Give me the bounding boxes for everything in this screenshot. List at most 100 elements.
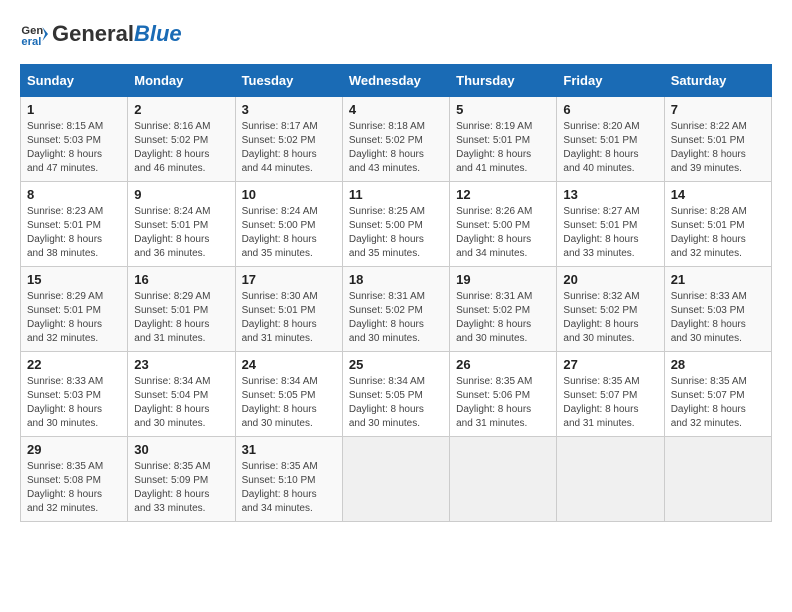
week-row-2: 8 Sunrise: 8:23 AM Sunset: 5:01 PM Dayli… xyxy=(21,182,772,267)
calendar-cell: 17 Sunrise: 8:30 AM Sunset: 5:01 PM Dayl… xyxy=(235,267,342,352)
calendar-cell: 9 Sunrise: 8:24 AM Sunset: 5:01 PM Dayli… xyxy=(128,182,235,267)
day-number: 15 xyxy=(27,272,121,287)
svg-text:eral: eral xyxy=(21,36,41,48)
calendar-cell: 4 Sunrise: 8:18 AM Sunset: 5:02 PM Dayli… xyxy=(342,97,449,182)
calendar-cell: 22 Sunrise: 8:33 AM Sunset: 5:03 PM Dayl… xyxy=(21,352,128,437)
day-info: Sunrise: 8:20 AM Sunset: 5:01 PM Dayligh… xyxy=(563,120,657,176)
day-info: Sunrise: 8:31 AM Sunset: 5:02 PM Dayligh… xyxy=(456,290,550,346)
weekday-header-sunday: Sunday xyxy=(21,65,128,97)
day-number: 10 xyxy=(242,187,336,202)
day-info: Sunrise: 8:35 AM Sunset: 5:07 PM Dayligh… xyxy=(671,375,765,431)
logo-icon: Gen eral xyxy=(20,20,48,48)
calendar-cell: 26 Sunrise: 8:35 AM Sunset: 5:06 PM Dayl… xyxy=(450,352,557,437)
calendar-cell xyxy=(557,437,664,522)
calendar-cell: 18 Sunrise: 8:31 AM Sunset: 5:02 PM Dayl… xyxy=(342,267,449,352)
calendar-cell: 3 Sunrise: 8:17 AM Sunset: 5:02 PM Dayli… xyxy=(235,97,342,182)
day-info: Sunrise: 8:34 AM Sunset: 5:04 PM Dayligh… xyxy=(134,375,228,431)
weekday-header-friday: Friday xyxy=(557,65,664,97)
day-number: 11 xyxy=(349,187,443,202)
weekday-header-thursday: Thursday xyxy=(450,65,557,97)
day-number: 16 xyxy=(134,272,228,287)
day-info: Sunrise: 8:23 AM Sunset: 5:01 PM Dayligh… xyxy=(27,205,121,261)
week-row-3: 15 Sunrise: 8:29 AM Sunset: 5:01 PM Dayl… xyxy=(21,267,772,352)
logo: Gen eral GeneralBlue xyxy=(20,20,182,48)
calendar-cell: 6 Sunrise: 8:20 AM Sunset: 5:01 PM Dayli… xyxy=(557,97,664,182)
day-number: 22 xyxy=(27,357,121,372)
day-info: Sunrise: 8:32 AM Sunset: 5:02 PM Dayligh… xyxy=(563,290,657,346)
day-info: Sunrise: 8:30 AM Sunset: 5:01 PM Dayligh… xyxy=(242,290,336,346)
day-number: 3 xyxy=(242,102,336,117)
day-number: 30 xyxy=(134,442,228,457)
day-number: 14 xyxy=(671,187,765,202)
day-info: Sunrise: 8:29 AM Sunset: 5:01 PM Dayligh… xyxy=(134,290,228,346)
day-info: Sunrise: 8:27 AM Sunset: 5:01 PM Dayligh… xyxy=(563,205,657,261)
day-number: 21 xyxy=(671,272,765,287)
calendar-cell: 21 Sunrise: 8:33 AM Sunset: 5:03 PM Dayl… xyxy=(664,267,771,352)
day-info: Sunrise: 8:28 AM Sunset: 5:01 PM Dayligh… xyxy=(671,205,765,261)
calendar-cell: 5 Sunrise: 8:19 AM Sunset: 5:01 PM Dayli… xyxy=(450,97,557,182)
header: Gen eral GeneralBlue xyxy=(20,20,772,48)
day-info: Sunrise: 8:34 AM Sunset: 5:05 PM Dayligh… xyxy=(349,375,443,431)
calendar-table: SundayMondayTuesdayWednesdayThursdayFrid… xyxy=(20,64,772,522)
day-number: 2 xyxy=(134,102,228,117)
logo-text: GeneralBlue xyxy=(52,22,182,46)
calendar-cell: 23 Sunrise: 8:34 AM Sunset: 5:04 PM Dayl… xyxy=(128,352,235,437)
day-info: Sunrise: 8:35 AM Sunset: 5:06 PM Dayligh… xyxy=(456,375,550,431)
calendar-cell: 20 Sunrise: 8:32 AM Sunset: 5:02 PM Dayl… xyxy=(557,267,664,352)
day-number: 25 xyxy=(349,357,443,372)
day-info: Sunrise: 8:29 AM Sunset: 5:01 PM Dayligh… xyxy=(27,290,121,346)
day-number: 31 xyxy=(242,442,336,457)
day-number: 27 xyxy=(563,357,657,372)
day-info: Sunrise: 8:24 AM Sunset: 5:00 PM Dayligh… xyxy=(242,205,336,261)
calendar-cell: 13 Sunrise: 8:27 AM Sunset: 5:01 PM Dayl… xyxy=(557,182,664,267)
day-info: Sunrise: 8:35 AM Sunset: 5:09 PM Dayligh… xyxy=(134,460,228,516)
calendar-cell: 10 Sunrise: 8:24 AM Sunset: 5:00 PM Dayl… xyxy=(235,182,342,267)
calendar-cell: 15 Sunrise: 8:29 AM Sunset: 5:01 PM Dayl… xyxy=(21,267,128,352)
calendar-cell: 19 Sunrise: 8:31 AM Sunset: 5:02 PM Dayl… xyxy=(450,267,557,352)
week-row-1: 1 Sunrise: 8:15 AM Sunset: 5:03 PM Dayli… xyxy=(21,97,772,182)
day-number: 24 xyxy=(242,357,336,372)
day-info: Sunrise: 8:35 AM Sunset: 5:07 PM Dayligh… xyxy=(563,375,657,431)
day-info: Sunrise: 8:34 AM Sunset: 5:05 PM Dayligh… xyxy=(242,375,336,431)
calendar-cell: 7 Sunrise: 8:22 AM Sunset: 5:01 PM Dayli… xyxy=(664,97,771,182)
day-info: Sunrise: 8:35 AM Sunset: 5:10 PM Dayligh… xyxy=(242,460,336,516)
day-info: Sunrise: 8:35 AM Sunset: 5:08 PM Dayligh… xyxy=(27,460,121,516)
calendar-cell: 31 Sunrise: 8:35 AM Sunset: 5:10 PM Dayl… xyxy=(235,437,342,522)
day-number: 9 xyxy=(134,187,228,202)
day-info: Sunrise: 8:33 AM Sunset: 5:03 PM Dayligh… xyxy=(671,290,765,346)
calendar-cell: 28 Sunrise: 8:35 AM Sunset: 5:07 PM Dayl… xyxy=(664,352,771,437)
calendar-cell: 14 Sunrise: 8:28 AM Sunset: 5:01 PM Dayl… xyxy=(664,182,771,267)
day-number: 4 xyxy=(349,102,443,117)
calendar-cell xyxy=(342,437,449,522)
day-info: Sunrise: 8:17 AM Sunset: 5:02 PM Dayligh… xyxy=(242,120,336,176)
day-info: Sunrise: 8:31 AM Sunset: 5:02 PM Dayligh… xyxy=(349,290,443,346)
day-info: Sunrise: 8:33 AM Sunset: 5:03 PM Dayligh… xyxy=(27,375,121,431)
day-number: 23 xyxy=(134,357,228,372)
day-info: Sunrise: 8:18 AM Sunset: 5:02 PM Dayligh… xyxy=(349,120,443,176)
day-number: 17 xyxy=(242,272,336,287)
day-info: Sunrise: 8:24 AM Sunset: 5:01 PM Dayligh… xyxy=(134,205,228,261)
week-row-4: 22 Sunrise: 8:33 AM Sunset: 5:03 PM Dayl… xyxy=(21,352,772,437)
day-number: 18 xyxy=(349,272,443,287)
calendar-cell xyxy=(450,437,557,522)
calendar-cell: 30 Sunrise: 8:35 AM Sunset: 5:09 PM Dayl… xyxy=(128,437,235,522)
day-info: Sunrise: 8:15 AM Sunset: 5:03 PM Dayligh… xyxy=(27,120,121,176)
weekday-header-tuesday: Tuesday xyxy=(235,65,342,97)
day-number: 29 xyxy=(27,442,121,457)
svg-text:Gen: Gen xyxy=(21,25,43,37)
weekday-header-wednesday: Wednesday xyxy=(342,65,449,97)
week-row-5: 29 Sunrise: 8:35 AM Sunset: 5:08 PM Dayl… xyxy=(21,437,772,522)
day-number: 26 xyxy=(456,357,550,372)
day-info: Sunrise: 8:25 AM Sunset: 5:00 PM Dayligh… xyxy=(349,205,443,261)
calendar-cell: 11 Sunrise: 8:25 AM Sunset: 5:00 PM Dayl… xyxy=(342,182,449,267)
calendar-cell: 24 Sunrise: 8:34 AM Sunset: 5:05 PM Dayl… xyxy=(235,352,342,437)
day-number: 19 xyxy=(456,272,550,287)
day-number: 7 xyxy=(671,102,765,117)
calendar-cell: 12 Sunrise: 8:26 AM Sunset: 5:00 PM Dayl… xyxy=(450,182,557,267)
weekday-header-monday: Monday xyxy=(128,65,235,97)
calendar-cell: 2 Sunrise: 8:16 AM Sunset: 5:02 PM Dayli… xyxy=(128,97,235,182)
calendar-cell: 16 Sunrise: 8:29 AM Sunset: 5:01 PM Dayl… xyxy=(128,267,235,352)
calendar-cell: 8 Sunrise: 8:23 AM Sunset: 5:01 PM Dayli… xyxy=(21,182,128,267)
weekday-header-row: SundayMondayTuesdayWednesdayThursdayFrid… xyxy=(21,65,772,97)
calendar-cell: 1 Sunrise: 8:15 AM Sunset: 5:03 PM Dayli… xyxy=(21,97,128,182)
